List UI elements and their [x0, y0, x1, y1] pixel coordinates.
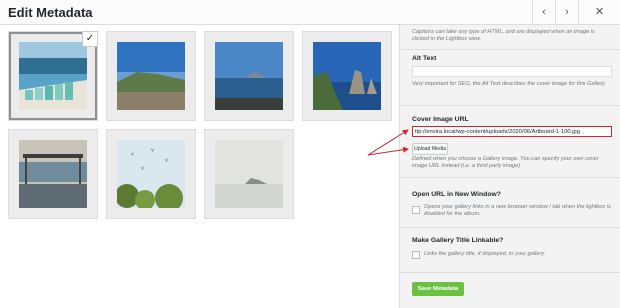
- gallery-image-3[interactable]: [204, 31, 294, 121]
- gallery-image-5[interactable]: [8, 129, 98, 219]
- gallery-image-4[interactable]: [302, 31, 392, 121]
- divider: [400, 227, 620, 228]
- close-icon: ✕: [594, 6, 605, 18]
- svg-text:˅: ˅: [141, 166, 144, 172]
- image-bay-sunset-photo: [215, 42, 283, 110]
- alt-text-input[interactable]: [412, 66, 612, 77]
- selected-check-icon[interactable]: ✓: [82, 31, 98, 47]
- title-linkable-label: Make Gallery Title Linkable?: [412, 237, 504, 244]
- svg-text:˅: ˅: [131, 152, 134, 158]
- chevron-right-icon: ›: [565, 6, 569, 18]
- cover-image-url-label: Cover Image URL: [412, 116, 469, 123]
- open-url-help: Opens your gallery links in a new browse…: [424, 204, 611, 217]
- image-coast-town-photo: [117, 42, 185, 110]
- next-button[interactable]: ›: [555, 0, 578, 24]
- close-button[interactable]: ✕: [578, 0, 620, 24]
- chevron-left-icon: ‹: [542, 6, 546, 18]
- alt-text-help: Very important for SEO, the Alt Text des…: [412, 81, 606, 87]
- divider: [400, 177, 620, 178]
- metadata-panel: Captions can take any type of HTML, and …: [399, 25, 620, 308]
- modal-title: Edit Metadata: [8, 5, 93, 20]
- svg-text:˅: ˅: [165, 158, 168, 164]
- title-linkable-help: Links the gallery title, if displayed, t…: [424, 251, 546, 257]
- cover-image-url-input[interactable]: ttp://envira.local/wp-content/uploads/20…: [412, 126, 612, 137]
- open-url-label: Open URL in New Window?: [412, 191, 501, 198]
- save-metadata-button[interactable]: Save Metadata: [412, 282, 464, 296]
- gallery-image-2[interactable]: [106, 31, 196, 121]
- image-harbor-photo: [19, 42, 87, 110]
- divider: [400, 105, 620, 106]
- modal-header: Edit Metadata ‹ › ✕: [0, 0, 620, 25]
- upload-media-button[interactable]: Upload Media: [412, 143, 448, 155]
- open-url-checkbox[interactable]: [412, 206, 420, 214]
- image-misty-island-photo: [215, 140, 283, 208]
- caption-help-text: Captions can take any type of HTML, and …: [412, 29, 595, 42]
- image-birds-trees-photo: ˅ ˅ ˅ ˅: [117, 140, 185, 208]
- gallery-image-6[interactable]: ˅ ˅ ˅ ˅: [106, 129, 196, 219]
- image-boat-photo: [19, 140, 87, 208]
- prev-button[interactable]: ‹: [532, 0, 555, 24]
- gallery-grid: ✓ ˅ ˅ ˅ ˅: [0, 25, 398, 308]
- gallery-image-1[interactable]: ✓: [8, 31, 98, 121]
- alt-text-label: Alt Text: [412, 55, 437, 62]
- svg-text:˅: ˅: [151, 148, 154, 154]
- cover-image-help: Defined when you choose a Gallery image.…: [412, 156, 599, 169]
- gallery-image-7[interactable]: [204, 129, 294, 219]
- title-linkable-checkbox[interactable]: [412, 251, 420, 259]
- image-rock-sea-photo: [313, 42, 381, 110]
- divider: [400, 272, 620, 273]
- divider: [400, 49, 620, 50]
